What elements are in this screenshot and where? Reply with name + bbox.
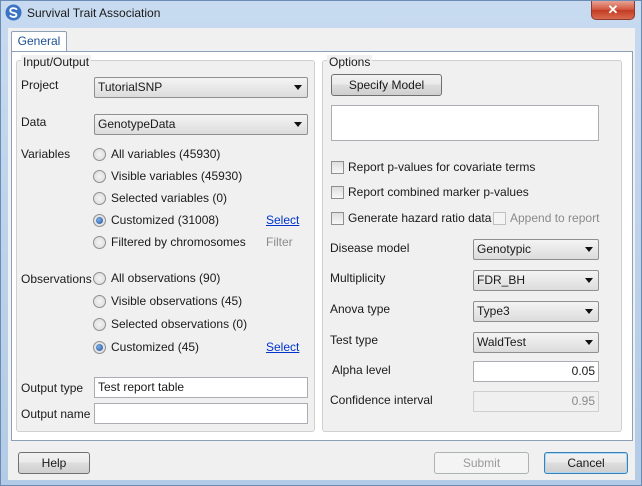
radio-customized-observations[interactable] — [93, 341, 106, 354]
swirl-icon — [5, 4, 22, 21]
checkbox-hazard-ratio[interactable] — [331, 212, 344, 225]
test-type-label: Test type — [330, 333, 379, 347]
radio-visible-variables[interactable] — [93, 170, 106, 183]
window-title: Survival Trait Association — [27, 6, 161, 20]
data-dropdown[interactable]: GenotypeData — [94, 114, 308, 135]
checkbox-append-report[interactable] — [493, 212, 506, 225]
dialog-client-area: General Input/Output Project TutorialSNP… — [8, 28, 635, 480]
tab-panel-general: Input/Output Project TutorialSNP Data Ge… — [11, 51, 633, 441]
checkbox-label-combined-marker: Report combined marker p-values — [348, 185, 529, 199]
radio-filtered-by-chromosomes[interactable] — [93, 236, 106, 249]
radio-label-all-observations: All observations (90) — [111, 271, 221, 285]
specify-model-button[interactable]: Specify Model — [331, 74, 442, 96]
variables-select-link[interactable]: Select — [266, 213, 299, 227]
output-name-label: Output name — [21, 407, 91, 421]
multiplicity-dropdown[interactable]: FDR_BH — [473, 270, 599, 291]
dialog-window: Survival Trait Association ✕ General Inp… — [0, 0, 642, 486]
radio-label-visible-observations: Visible observations (45) — [111, 294, 243, 308]
radio-selected-variables[interactable] — [93, 192, 106, 205]
tab-general[interactable]: General — [11, 31, 67, 52]
input-output-group: Input/Output Project TutorialSNP Data Ge… — [16, 55, 315, 432]
radio-selected-observations[interactable] — [93, 318, 106, 331]
anova-type-value: Type3 — [477, 304, 510, 318]
radio-visible-observations[interactable] — [93, 295, 106, 308]
radio-customized-variables[interactable] — [93, 214, 106, 227]
chevron-down-icon — [585, 247, 593, 252]
model-text-area[interactable] — [331, 105, 599, 141]
radio-label-customized-observations: Customized (45) — [111, 340, 200, 354]
disease-model-label: Disease model — [330, 241, 410, 255]
radio-label-filtered-by-chromosomes: Filtered by chromosomes — [111, 235, 246, 249]
checkbox-combined-marker[interactable] — [331, 186, 344, 199]
radio-label-all-variables: All variables (45930) — [111, 147, 221, 161]
observations-select-link[interactable]: Select — [266, 340, 299, 354]
close-button[interactable]: ✕ — [591, 1, 635, 20]
disease-model-value: Genotypic — [477, 242, 532, 256]
variables-label: Variables — [21, 147, 71, 161]
radio-label-customized-variables: Customized (31008) — [111, 213, 220, 227]
data-label: Data — [21, 115, 47, 129]
project-value: TutorialSNP — [98, 80, 163, 94]
confidence-interval-label: Confidence interval — [330, 393, 433, 407]
checkbox-label-hazard-ratio: Generate hazard ratio data — [348, 211, 492, 225]
data-value: GenotypeData — [98, 117, 176, 131]
filter-link[interactable]: Filter — [266, 235, 293, 249]
chevron-down-icon — [585, 340, 593, 345]
title-bar[interactable]: Survival Trait Association ✕ — [1, 1, 641, 25]
project-dropdown[interactable]: TutorialSNP — [94, 77, 308, 98]
checkbox-covariate-pvalues[interactable] — [331, 161, 344, 174]
options-group: Options Specify Model Report p-values fo… — [322, 55, 622, 432]
observations-label: Observations — [21, 272, 92, 286]
anova-type-dropdown[interactable]: Type3 — [473, 301, 599, 322]
input-output-title: Input/Output — [21, 55, 92, 69]
help-button[interactable]: Help — [18, 452, 90, 474]
alpha-level-label: Alpha level — [332, 363, 391, 377]
radio-label-selected-variables: Selected variables (0) — [111, 191, 228, 205]
radio-label-selected-observations: Selected observations (0) — [111, 317, 248, 331]
output-name-field[interactable] — [94, 403, 308, 424]
output-type-field[interactable]: Test report table — [94, 377, 308, 398]
alpha-level-field[interactable]: 0.05 — [473, 361, 599, 382]
options-title: Options — [327, 55, 373, 69]
disease-model-dropdown[interactable]: Genotypic — [473, 239, 599, 260]
checkbox-label-covariate-pvalues: Report p-values for covariate terms — [348, 160, 536, 174]
radio-all-observations[interactable] — [93, 272, 106, 285]
test-type-value: WaldTest — [477, 335, 526, 349]
chevron-down-icon — [585, 309, 593, 314]
radio-label-visible-variables: Visible variables (45930) — [111, 169, 243, 183]
multiplicity-value: FDR_BH — [477, 273, 526, 287]
anova-type-label: Anova type — [330, 302, 391, 316]
chevron-down-icon — [294, 85, 302, 90]
chevron-down-icon — [294, 122, 302, 127]
close-icon: ✕ — [607, 2, 619, 17]
test-type-dropdown[interactable]: WaldTest — [473, 332, 599, 353]
checkbox-label-append-report: Append to report — [510, 211, 600, 225]
multiplicity-label: Multiplicity — [330, 271, 386, 285]
radio-all-variables[interactable] — [93, 148, 106, 161]
confidence-interval-field[interactable]: 0.95 — [473, 391, 599, 412]
submit-button[interactable]: Submit — [434, 452, 529, 474]
cancel-button[interactable]: Cancel — [544, 452, 628, 474]
project-label: Project — [21, 78, 59, 92]
output-type-label: Output type — [21, 381, 84, 395]
chevron-down-icon — [585, 278, 593, 283]
